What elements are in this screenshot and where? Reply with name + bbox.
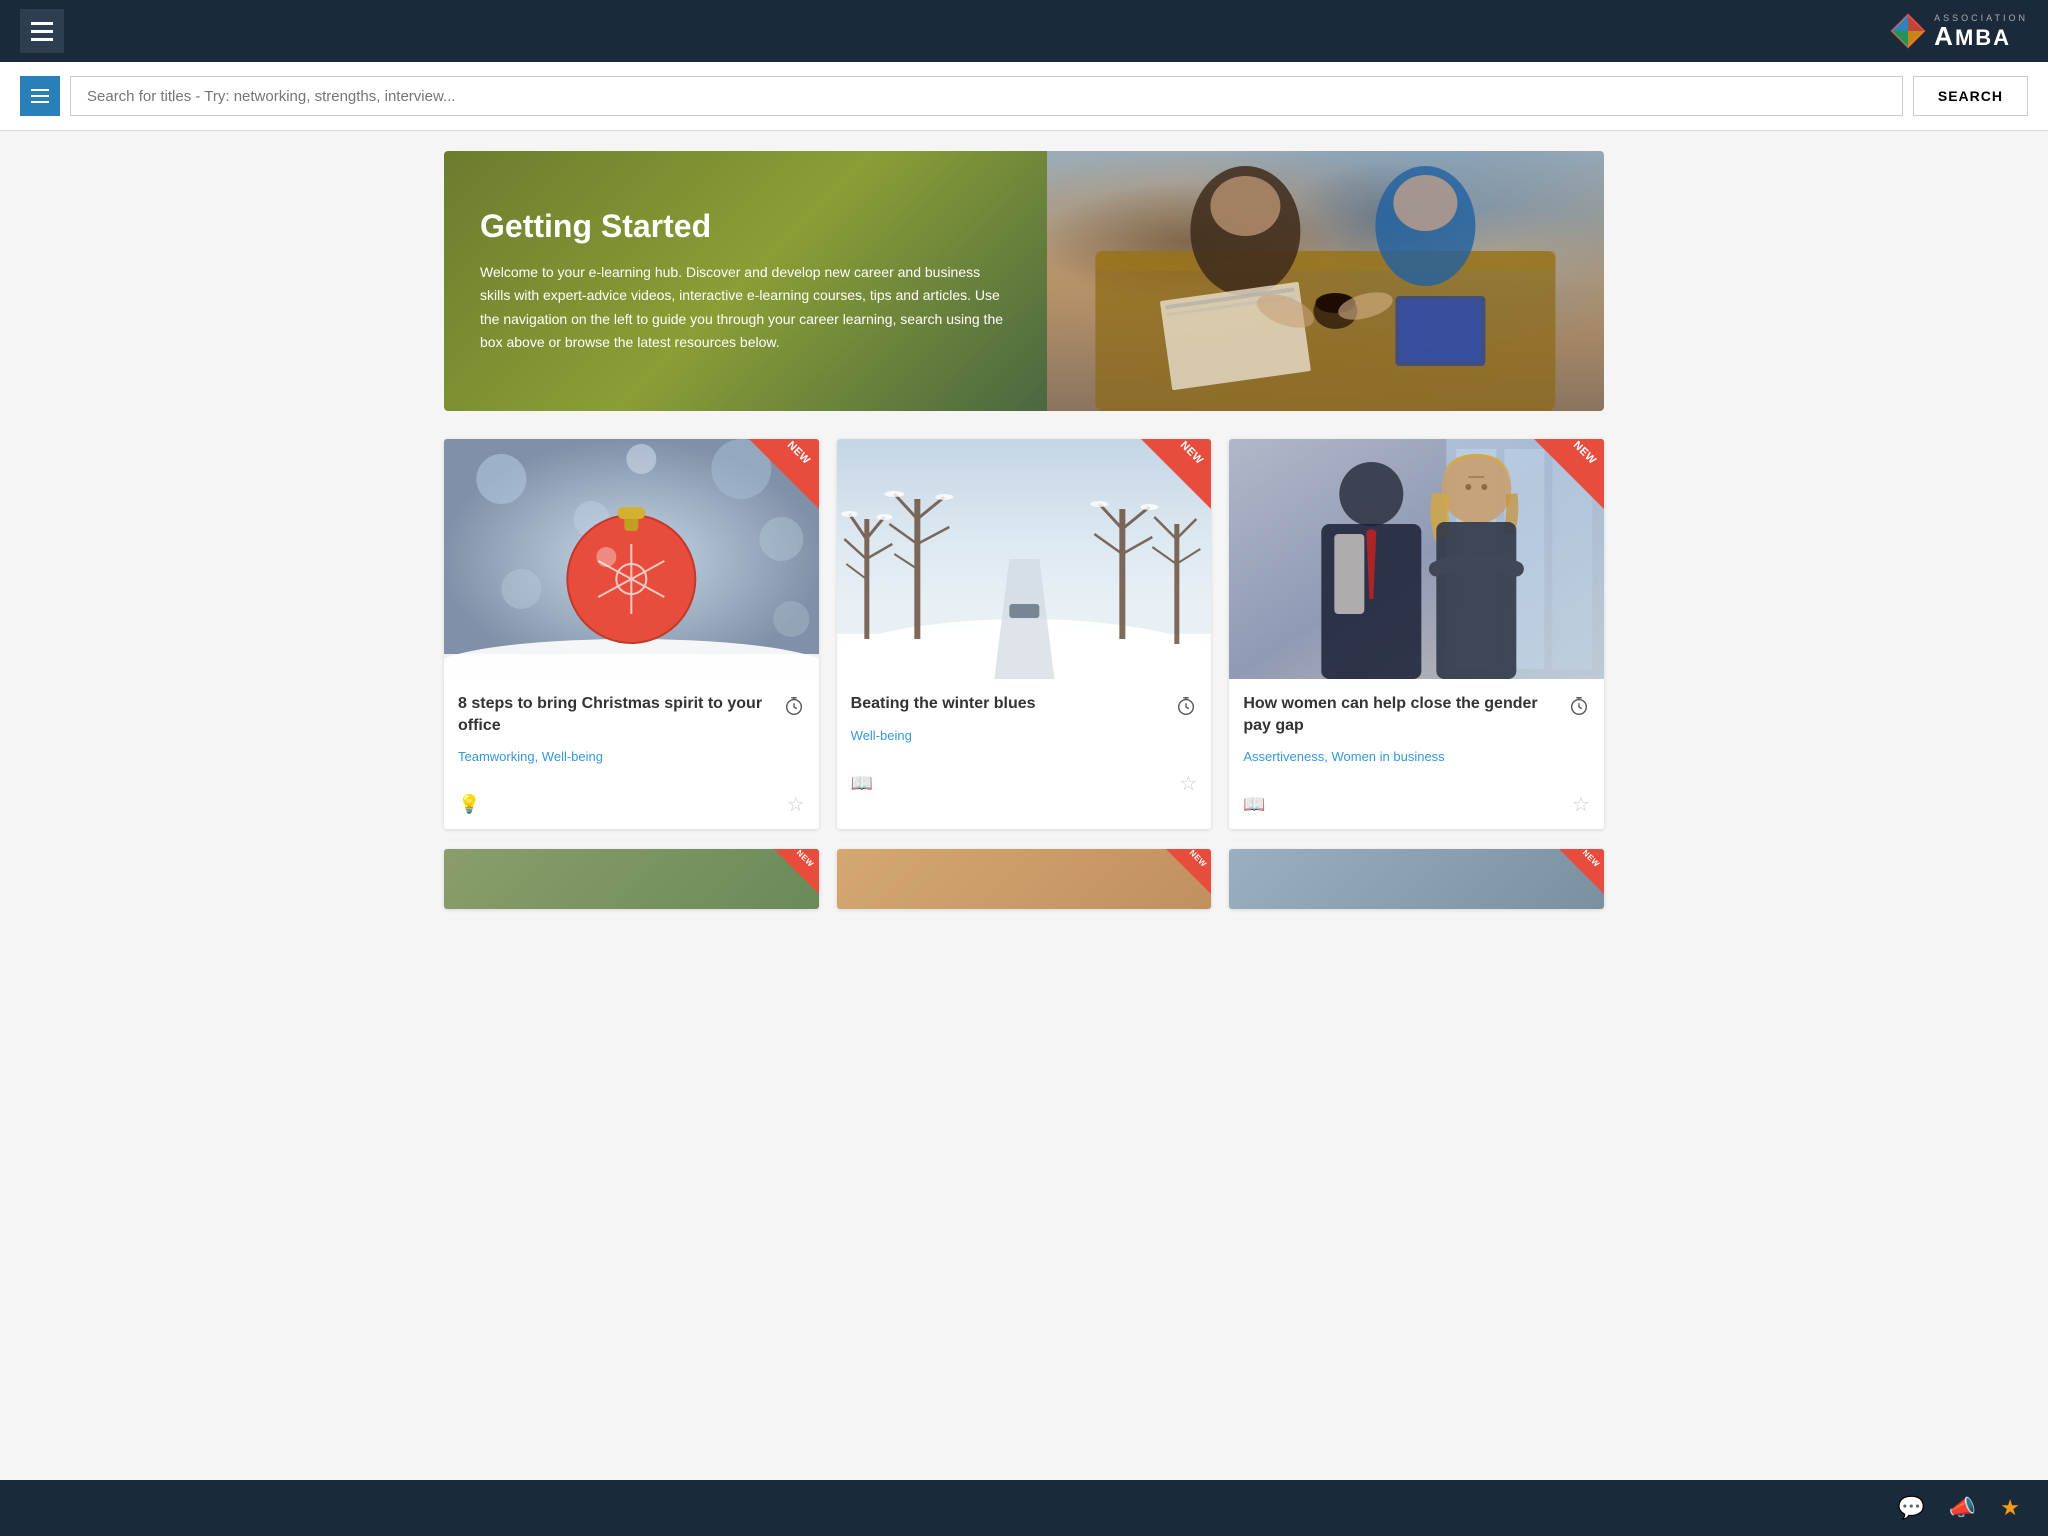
timer-icon-christmas (783, 695, 805, 717)
card-body-women: How women can help close the gender pay … (1229, 679, 1604, 786)
bottom-nav: 💬 📣 ★ (0, 1480, 2048, 1536)
card-winter: NEW Beating the winter blues Well-being (837, 439, 1212, 829)
card-tag-winter[interactable]: Well-being (851, 728, 912, 743)
star-icon-women[interactable]: ☆ (1572, 792, 1590, 817)
lightbulb-icon: 💡 (458, 794, 480, 815)
logo: ASSOCIATION AMBA (1890, 13, 2028, 49)
star-favorite-icon[interactable]: ★ (2000, 1495, 2020, 1521)
card-footer-women: 📖 ☆ (1229, 786, 1604, 829)
card-footer-christmas: 💡 ☆ (444, 786, 819, 829)
hamburger-menu-button[interactable] (20, 9, 64, 53)
card-christmas: NEW 8 steps to bring Christmas spirit to… (444, 439, 819, 829)
announce-icon[interactable]: 📣 (1949, 1495, 1976, 1521)
new-badge-women (1534, 439, 1604, 509)
search-input[interactable] (70, 76, 1903, 116)
partial-cards-row: NEW NEW NEW (444, 849, 1604, 909)
card-image-christmas: NEW (444, 439, 819, 679)
search-bar: SEARCH (0, 62, 2048, 131)
star-icon-winter[interactable]: ☆ (1179, 771, 1197, 796)
timer-icon-winter (1175, 695, 1197, 717)
partial-card-1: NEW (444, 849, 819, 909)
partial-card-3: NEW (1229, 849, 1604, 909)
card-body-christmas: 8 steps to bring Christmas spirit to you… (444, 679, 819, 786)
hero-banner: Getting Started Welcome to your e-learni… (444, 151, 1604, 411)
partial-card-img-3: NEW (1229, 849, 1604, 909)
partial-card-2: NEW (837, 849, 1212, 909)
logo-text-area: ASSOCIATION AMBA (1934, 13, 2028, 49)
card-title-christmas: 8 steps to bring Christmas spirit to you… (458, 693, 805, 738)
partial-card-img-2: NEW (837, 849, 1212, 909)
book-icon-women: 📖 (1243, 794, 1265, 815)
star-icon-christmas[interactable]: ☆ (787, 792, 805, 817)
partial-card-img-1: NEW (444, 849, 819, 909)
card-title-women: How women can help close the gender pay … (1243, 693, 1590, 738)
chat-icon[interactable]: 💬 (1897, 1495, 1924, 1521)
logo-icon (1890, 13, 1926, 49)
search-button[interactable]: SEARCH (1913, 76, 2028, 116)
card-tag-christmas[interactable]: Teamworking, Well-being (458, 749, 603, 764)
card-title-winter: Beating the winter blues (851, 693, 1198, 717)
card-image-women: NEW (1229, 439, 1604, 679)
cards-grid: NEW 8 steps to bring Christmas spirit to… (444, 439, 1604, 829)
search-menu-button[interactable] (20, 76, 60, 116)
card-tags-women: Assertiveness, Women in business (1243, 748, 1590, 766)
new-badge-christmas (749, 439, 819, 509)
card-image-winter: NEW (837, 439, 1212, 679)
card-footer-winter: 📖 ☆ (837, 765, 1212, 808)
hero-title: Getting Started (480, 208, 1011, 245)
book-icon-winter: 📖 (851, 773, 873, 794)
card-tags-winter: Well-being (851, 727, 1198, 745)
timer-icon-women (1568, 695, 1590, 717)
card-women: NEW How women can help close the gender … (1229, 439, 1604, 829)
card-body-winter: Beating the winter blues Well-being (837, 679, 1212, 765)
hero-image (1047, 151, 1604, 411)
card-tag-women[interactable]: Assertiveness, Women in business (1243, 749, 1444, 764)
hero-text-area: Getting Started Welcome to your e-learni… (444, 151, 1047, 411)
card-tags-christmas: Teamworking, Well-being (458, 748, 805, 766)
main-content: Getting Started Welcome to your e-learni… (424, 131, 1624, 929)
top-nav: ASSOCIATION AMBA (0, 0, 2048, 62)
new-badge-winter (1141, 439, 1211, 509)
hero-description: Welcome to your e-learning hub. Discover… (480, 261, 1011, 353)
